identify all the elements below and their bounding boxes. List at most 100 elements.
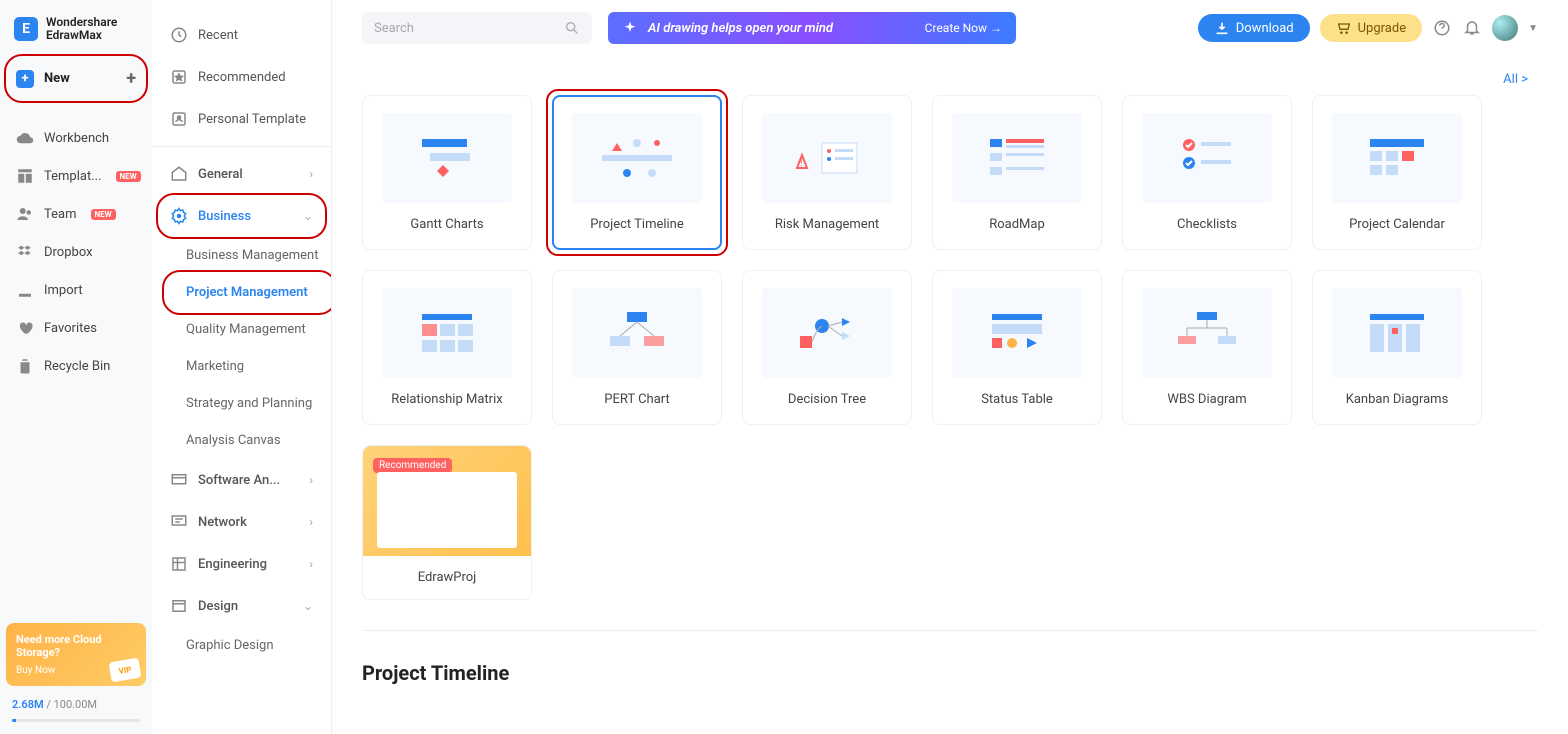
- network-icon: [170, 513, 188, 531]
- plus-icon: +: [16, 70, 34, 88]
- help-icon[interactable]: [1432, 18, 1452, 38]
- new-button[interactable]: + New +: [6, 58, 146, 99]
- template-status[interactable]: Status Table: [932, 270, 1102, 425]
- ai-text: AI drawing helps open your mind: [648, 21, 833, 36]
- search-input[interactable]: Search: [362, 12, 592, 44]
- cat-personal[interactable]: Personal Template: [152, 98, 331, 140]
- template-risk[interactable]: ! Risk Management: [742, 95, 912, 250]
- sidebar-label: Import: [44, 283, 83, 298]
- cat-recent[interactable]: Recent: [152, 14, 331, 56]
- sidebar-label: Team: [44, 207, 77, 222]
- sub-analysis[interactable]: Analysis Canvas: [152, 422, 331, 459]
- cat-recommended[interactable]: Recommended: [152, 56, 331, 98]
- sidebar-item-recycle[interactable]: Recycle Bin: [6, 347, 146, 385]
- section-title: Project Timeline: [362, 661, 1538, 685]
- template-wbs[interactable]: WBS Diagram: [1122, 270, 1292, 425]
- cloud-icon: [16, 129, 34, 147]
- topbar: Search AI drawing helps open your mind C…: [362, 12, 1538, 44]
- kanban-icon: [1362, 308, 1432, 358]
- avatar-chevron-icon[interactable]: ▼: [1528, 23, 1538, 34]
- sparkle-icon: [622, 20, 638, 36]
- trash-icon: [16, 357, 34, 375]
- search-icon: [564, 20, 580, 36]
- app-logo: E WondershareEdrawMax: [6, 12, 146, 58]
- download-icon: [1214, 20, 1230, 36]
- all-link[interactable]: All >: [362, 72, 1538, 87]
- ai-banner[interactable]: AI drawing helps open your mind Create N…: [608, 12, 1016, 44]
- sub-business-mgmt[interactable]: Business Management: [152, 237, 331, 274]
- avatar[interactable]: [1492, 15, 1518, 41]
- main-area: Search AI drawing helps open your mind C…: [332, 0, 1568, 734]
- template-project-timeline[interactable]: Project Timeline: [552, 95, 722, 250]
- logo-text: WondershareEdrawMax: [46, 16, 117, 42]
- template-relationship[interactable]: Relationship Matrix: [362, 270, 532, 425]
- sidebar-left: E WondershareEdrawMax + New + Workbench …: [0, 0, 152, 734]
- chevron-right-icon: ›: [309, 557, 313, 571]
- risk-icon: !: [787, 133, 867, 183]
- sidebar-item-import[interactable]: Import: [6, 271, 146, 309]
- roadmap-icon: [982, 133, 1052, 183]
- storage-info: 2.68M / 100.00M: [6, 694, 146, 715]
- template-pert[interactable]: PERT Chart: [552, 270, 722, 425]
- matrix-icon: [412, 308, 482, 358]
- template-calendar[interactable]: Project Calendar: [1312, 95, 1482, 250]
- upgrade-button[interactable]: Upgrade: [1320, 14, 1422, 42]
- person-icon: [170, 110, 188, 128]
- timeline-icon: [597, 133, 677, 183]
- sidebar-item-favorites[interactable]: Favorites: [6, 309, 146, 347]
- sidebar-label: Workbench: [44, 131, 109, 146]
- sub-marketing[interactable]: Marketing: [152, 348, 331, 385]
- tag-icon: [170, 165, 188, 183]
- buy-now[interactable]: Buy Now: [16, 665, 55, 676]
- template-gantt[interactable]: Gantt Charts: [362, 95, 532, 250]
- chevron-right-icon: ›: [309, 473, 313, 487]
- gear-icon: [170, 207, 188, 225]
- sub-quality-mgmt[interactable]: Quality Management: [152, 311, 331, 348]
- sub-project-mgmt[interactable]: Project Management: [152, 274, 331, 311]
- new-badge: NEW: [116, 171, 141, 182]
- new-label: New: [44, 71, 70, 86]
- cat-engineering[interactable]: Engineering ›: [152, 543, 331, 585]
- sidebar-item-dropbox[interactable]: Dropbox: [6, 233, 146, 271]
- svg-text:!: !: [800, 158, 803, 169]
- recommended-badge: Recommended: [373, 458, 452, 473]
- chevron-down-icon: ⌄: [303, 599, 313, 613]
- dropbox-icon: [16, 243, 34, 261]
- sidebar-item-templates[interactable]: Templat... NEW: [6, 157, 146, 195]
- bell-icon[interactable]: [1462, 18, 1482, 38]
- cat-business[interactable]: Business ⌄: [152, 195, 331, 237]
- sub-graphic-design[interactable]: Graphic Design: [152, 627, 331, 664]
- design-icon: [170, 597, 188, 615]
- sidebar-label: Templat...: [44, 169, 102, 184]
- plus-right-icon: +: [126, 68, 136, 89]
- template-roadmap[interactable]: RoadMap: [932, 95, 1102, 250]
- software-icon: [170, 471, 188, 489]
- template-decision[interactable]: Decision Tree: [742, 270, 912, 425]
- sidebar-label: Dropbox: [44, 245, 93, 260]
- template-checklists[interactable]: Checklists: [1122, 95, 1292, 250]
- calendar-icon: [1362, 133, 1432, 183]
- storage-promo[interactable]: Need more CloudStorage? Buy Now VIP: [6, 623, 146, 686]
- sub-strategy[interactable]: Strategy and Planning: [152, 385, 331, 422]
- download-button[interactable]: Download: [1198, 14, 1310, 42]
- chevron-down-icon: ⌄: [303, 209, 313, 223]
- cat-software[interactable]: Software An... ›: [152, 459, 331, 501]
- template-kanban[interactable]: Kanban Diagrams: [1312, 270, 1482, 425]
- template-grid: Gantt Charts Project Timeline ! Risk Man…: [362, 95, 1538, 600]
- pert-icon: [602, 308, 672, 358]
- new-badge: NEW: [91, 209, 116, 220]
- sidebar-item-workbench[interactable]: Workbench: [6, 119, 146, 157]
- cat-network[interactable]: Network ›: [152, 501, 331, 543]
- status-icon: [982, 308, 1052, 358]
- template-edrawproj[interactable]: Recommended EdrawProj: [362, 445, 532, 600]
- import-icon: [16, 281, 34, 299]
- sidebar-item-team[interactable]: Team NEW: [6, 195, 146, 233]
- cat-general[interactable]: General ›: [152, 153, 331, 195]
- storage-bar: [12, 719, 140, 722]
- clock-icon: [170, 26, 188, 44]
- create-now[interactable]: Create Now →: [925, 21, 1002, 35]
- gantt-icon: [412, 133, 482, 183]
- cat-design[interactable]: Design ⌄: [152, 585, 331, 627]
- chevron-right-icon: ›: [309, 515, 313, 529]
- vip-chip: VIP: [108, 658, 141, 683]
